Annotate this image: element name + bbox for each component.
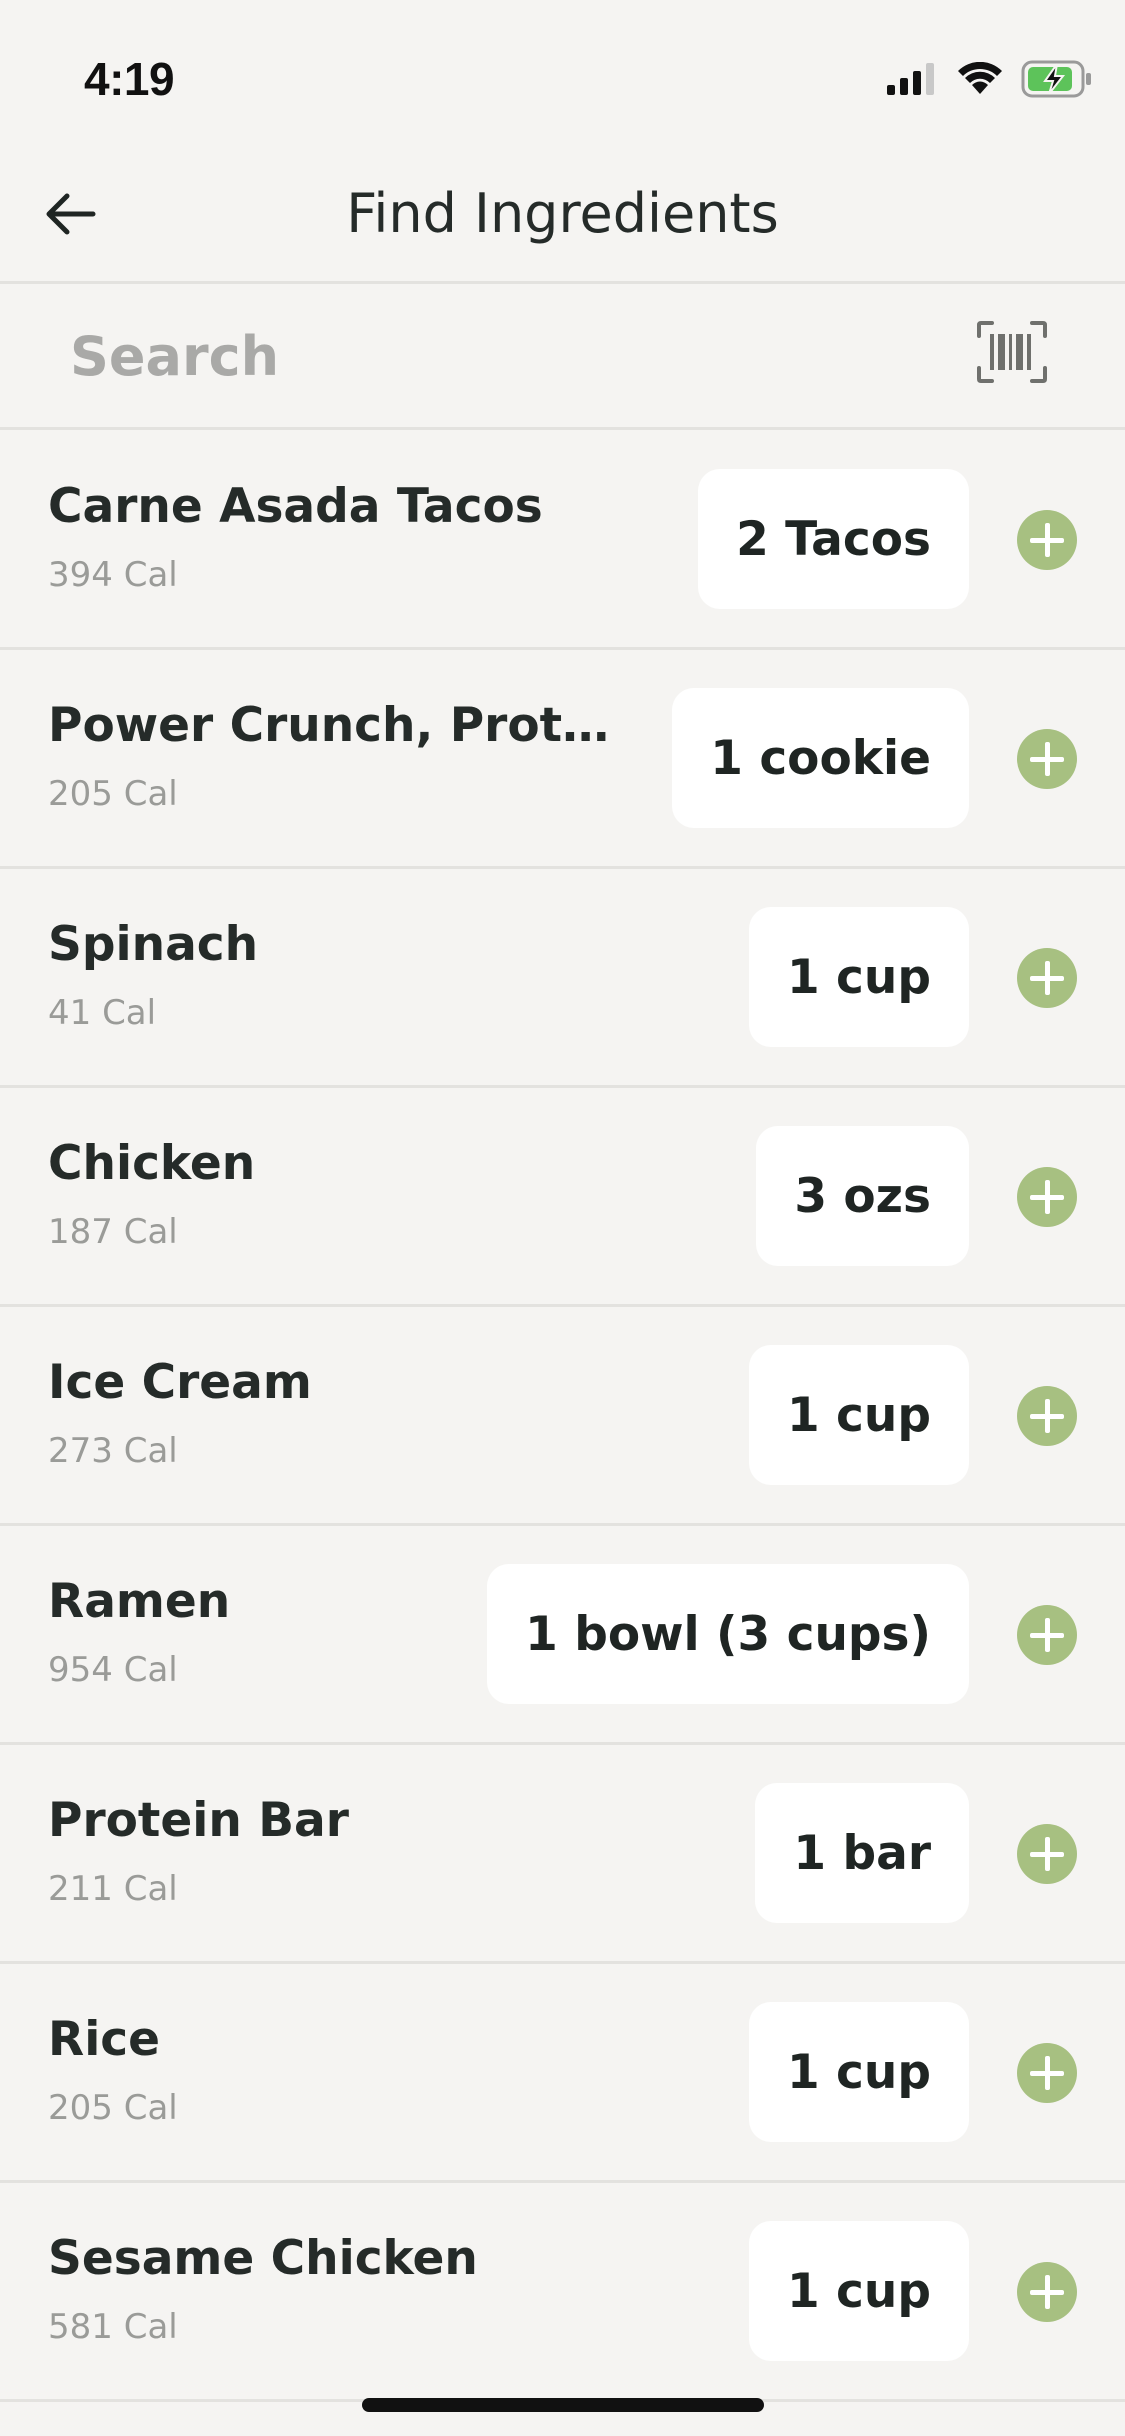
serving-size-button[interactable]: 1 bar [755, 1783, 969, 1923]
ingredient-name: Ramen [48, 1574, 231, 1629]
ingredient-calories: 954 Cal [48, 1650, 178, 1690]
list-item[interactable]: Ice Cream 273 Cal 1 cup [0, 1307, 1125, 1526]
ingredient-calories: 205 Cal [48, 2088, 178, 2128]
search-input[interactable] [70, 314, 930, 398]
ingredient-name: Rice [48, 2012, 161, 2067]
page-title: Find Ingredients [346, 182, 779, 245]
serving-size-button[interactable]: 1 cup [748, 2002, 969, 2142]
add-plus-icon[interactable] [1017, 948, 1077, 1008]
add-plus-icon[interactable] [1017, 510, 1077, 570]
ingredient-calories: 394 Cal [48, 555, 178, 595]
ingredient-name: Power Crunch, Protein… [48, 698, 638, 753]
serving-size-button[interactable]: 2 Tacos [698, 469, 969, 609]
navigation-bar: Find Ingredients [0, 140, 1125, 284]
ingredient-calories: 273 Cal [48, 1431, 178, 1471]
ingredient-name: Chicken [48, 1136, 256, 1191]
ingredient-calories: 211 Cal [48, 1869, 178, 1909]
ingredient-calories: 581 Cal [48, 2307, 178, 2347]
add-plus-icon[interactable] [1017, 1167, 1077, 1227]
serving-size-button[interactable]: 1 cup [748, 907, 969, 1047]
list-item[interactable]: Ramen 954 Cal 1 bowl (3 cups) [0, 1526, 1125, 1745]
serving-size-button[interactable]: 1 cup [748, 1345, 969, 1485]
home-indicator[interactable] [362, 2398, 764, 2412]
serving-size-button[interactable]: 1 cup [748, 2221, 969, 2361]
ingredient-calories: 41 Cal [48, 993, 157, 1033]
serving-size-button[interactable]: 3 ozs [756, 1126, 969, 1266]
barcode-scan-icon [976, 321, 1048, 388]
wifi-icon [957, 61, 1003, 100]
list-item[interactable]: Chicken 187 Cal 3 ozs [0, 1088, 1125, 1307]
add-plus-icon[interactable] [1017, 729, 1077, 789]
list-item[interactable]: Carne Asada Tacos 394 Cal 2 Tacos [0, 431, 1125, 650]
serving-size-button[interactable]: 1 bowl (3 cups) [487, 1564, 969, 1704]
status-time: 4:19 [84, 53, 175, 105]
add-plus-icon[interactable] [1017, 1824, 1077, 1884]
list-item[interactable]: Sesame Chicken 581 Cal 1 cup [0, 2183, 1125, 2402]
ingredient-calories: 205 Cal [48, 774, 178, 814]
status-bar: 4:19 [0, 0, 1125, 140]
ingredient-name: Ice Cream [48, 1355, 312, 1410]
ingredient-name: Spinach [48, 917, 259, 972]
add-plus-icon[interactable] [1017, 1605, 1077, 1665]
ingredient-name: Protein Bar [48, 1793, 349, 1848]
add-plus-icon[interactable] [1017, 2262, 1077, 2322]
search-bar [0, 284, 1125, 430]
list-item[interactable]: Power Crunch, Protein… 205 Cal 1 cookie [0, 650, 1125, 869]
cellular-signal-icon [887, 63, 939, 99]
battery-charging-icon [1021, 60, 1093, 102]
ingredient-calories: 187 Cal [48, 1212, 178, 1252]
add-plus-icon[interactable] [1017, 2043, 1077, 2103]
status-icons [887, 60, 1093, 102]
ingredient-name: Sesame Chicken [48, 2231, 478, 2286]
list-item[interactable]: Rice 205 Cal 1 cup [0, 1964, 1125, 2183]
ingredient-name: Carne Asada Tacos [48, 479, 543, 534]
add-plus-icon[interactable] [1017, 1386, 1077, 1446]
list-item[interactable]: Protein Bar 211 Cal 1 bar [0, 1745, 1125, 1964]
serving-size-button[interactable]: 1 cookie [672, 688, 969, 828]
ingredient-list: Carne Asada Tacos 394 Cal 2 Tacos Power … [0, 431, 1125, 2402]
list-item[interactable]: Spinach 41 Cal 1 cup [0, 869, 1125, 1088]
barcode-scan-button[interactable] [976, 320, 1048, 384]
